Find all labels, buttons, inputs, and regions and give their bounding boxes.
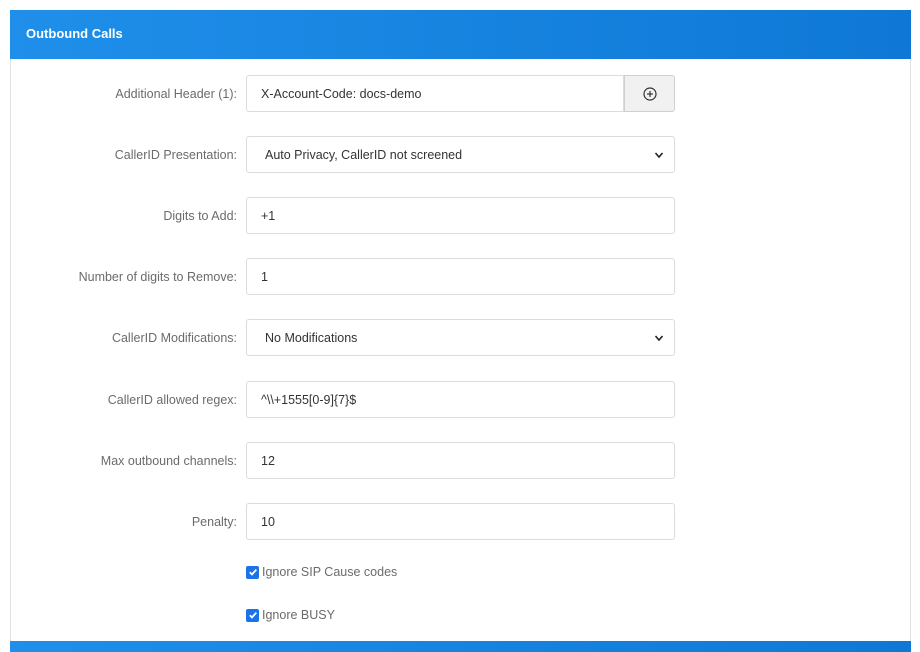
- next-panel-header: [10, 641, 911, 652]
- panel-header: Outbound Calls: [10, 10, 911, 59]
- ignore-sip-cause-label: Ignore SIP Cause codes: [262, 565, 398, 579]
- ignore-busy-row[interactable]: Ignore BUSY: [246, 608, 335, 622]
- ignore-sip-cause-row[interactable]: Ignore SIP Cause codes: [246, 565, 397, 579]
- callerid-presentation-label: CallerID Presentation:: [114, 148, 237, 162]
- penalty-value: 10: [261, 514, 275, 529]
- penalty-label: Penalty:: [191, 515, 237, 529]
- callerid-modifications-selected: No Modifications: [265, 330, 358, 345]
- digits-to-remove-label: Number of digits to Remove:: [78, 270, 237, 284]
- chevron-down-icon: [654, 151, 664, 158]
- digits-to-add-input[interactable]: +1: [246, 197, 675, 234]
- ignore-busy-label: Ignore BUSY: [262, 608, 335, 622]
- additional-header-input[interactable]: X-Account-Code: docs-demo: [246, 75, 624, 112]
- plus-circle-icon: [642, 86, 657, 101]
- check-icon: [248, 611, 257, 619]
- callerid-regex-label: CallerID allowed regex:: [107, 393, 237, 407]
- callerid-presentation-select[interactable]: Auto Privacy, CallerID not screened: [246, 136, 675, 173]
- add-header-button[interactable]: [624, 75, 675, 112]
- digits-to-remove-value: 1: [261, 269, 268, 284]
- chevron-down-icon: [654, 334, 664, 341]
- panel-title: Outbound Calls: [26, 26, 123, 41]
- ignore-sip-cause-checkbox[interactable]: [246, 565, 259, 579]
- digits-to-add-label: Digits to Add:: [163, 209, 237, 223]
- penalty-input[interactable]: 10: [246, 503, 675, 540]
- digits-to-remove-input[interactable]: 1: [246, 258, 675, 295]
- callerid-presentation-selected: Auto Privacy, CallerID not screened: [265, 147, 463, 162]
- callerid-regex-value: ^\\+1555[0-9]{7}$: [261, 392, 357, 407]
- callerid-modifications-label: CallerID Modifications:: [111, 331, 237, 345]
- additional-header-value: X-Account-Code: docs-demo: [261, 86, 422, 101]
- max-channels-input[interactable]: 12: [246, 442, 675, 479]
- ignore-busy-checkbox[interactable]: [246, 608, 259, 622]
- callerid-modifications-select[interactable]: No Modifications: [246, 319, 675, 356]
- max-channels-label: Max outbound channels:: [100, 454, 237, 468]
- check-icon: [248, 568, 257, 576]
- max-channels-value: 12: [261, 453, 275, 468]
- additional-header-label: Additional Header (1):: [115, 87, 237, 101]
- digits-to-add-value: +1: [261, 208, 276, 223]
- callerid-regex-input[interactable]: ^\\+1555[0-9]{7}$: [246, 381, 675, 418]
